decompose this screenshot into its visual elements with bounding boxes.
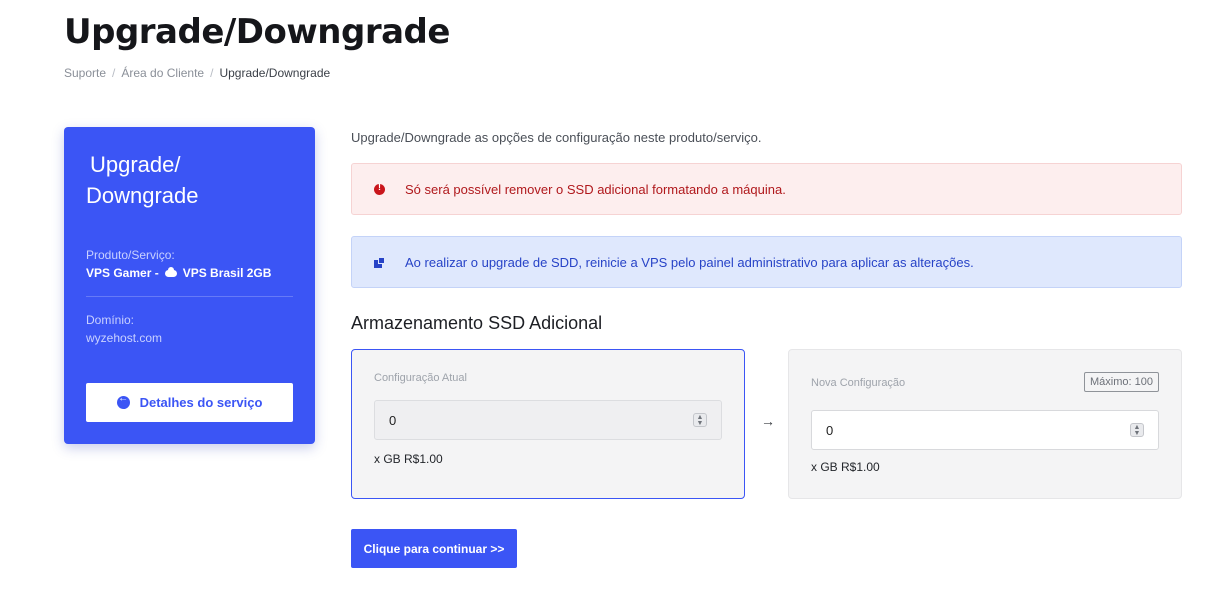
service-details-button[interactable]: Detalhes do serviço — [86, 383, 293, 422]
spinner-arrows-icon: ▲ ▼ — [693, 413, 707, 427]
alert-danger: Só será possível remover o SSD adicional… — [351, 163, 1182, 215]
sidebar-title-line2: Downgrade — [86, 183, 199, 208]
breadcrumb-separator: / — [210, 66, 214, 80]
sidebar-title-line1: Upgrade/ — [90, 152, 181, 177]
breadcrumb-item-suporte[interactable]: Suporte — [64, 66, 106, 80]
arrow-circle-left-icon — [116, 393, 130, 409]
sidebar-title: Upgrade/ Downgrade — [86, 149, 296, 211]
current-ssd-input: 0 ▲ ▼ — [374, 400, 722, 440]
new-configuration-panel: Nova Configuração Máximo: 100 0 ▲ ▼ x GB … — [788, 349, 1182, 499]
alert-danger-message: Só será possível remover o SSD adicional… — [405, 181, 786, 197]
continue-button[interactable]: Clique para continuar >> — [351, 529, 517, 568]
new-configuration-label: Nova Configuração — [811, 377, 906, 389]
intro-text: Upgrade/Downgrade as opções de configura… — [351, 130, 762, 145]
breadcrumb-item-current: Upgrade/Downgrade — [219, 66, 331, 80]
clone-icon — [374, 256, 385, 268]
section-heading: Armazenamento SSD Adicional — [351, 313, 603, 333]
new-price: x GB R$1.00 — [811, 460, 880, 474]
domain-label: Domínio: — [86, 313, 135, 327]
current-configuration-label: Configuração Atual — [374, 372, 467, 384]
maximum-badge: Máximo: 100 — [1084, 372, 1159, 392]
arrow-right-icon: → — [761, 413, 775, 429]
service-details-button-label: Detalhes do serviço — [139, 395, 263, 410]
breadcrumb: Suporte / Área do Cliente / Upgrade/Down… — [64, 66, 330, 80]
sidebar-divider — [86, 296, 293, 297]
current-ssd-value: 0 — [389, 412, 397, 428]
page-title: Upgrade/Downgrade — [64, 12, 450, 52]
spinner-arrows-icon[interactable]: ▲ ▼ — [1130, 423, 1144, 437]
current-price: x GB R$1.00 — [374, 452, 443, 466]
new-ssd-input[interactable]: 0 ▲ ▼ — [811, 410, 1159, 450]
product-value: VPS Gamer - VPS Brasil 2GB — [86, 266, 271, 280]
breadcrumb-item-area-do-cliente[interactable]: Área do Cliente — [121, 66, 204, 80]
product-value-part2: VPS Brasil 2GB — [182, 266, 272, 280]
alert-info-message: Ao realizar o upgrade de SDD, reinicie a… — [405, 254, 974, 270]
product-label: Produto/Serviço: — [86, 248, 175, 262]
breadcrumb-separator: / — [112, 66, 116, 80]
cloud-icon — [164, 266, 177, 277]
service-summary-card: Upgrade/ Downgrade Produto/Serviço: VPS … — [64, 127, 315, 444]
product-value-part1: VPS Gamer - — [86, 266, 159, 280]
exclamation-circle-icon — [374, 182, 385, 195]
domain-value: wyzehost.com — [86, 331, 163, 345]
alert-info: Ao realizar o upgrade de SDD, reinicie a… — [351, 236, 1182, 288]
new-ssd-value: 0 — [826, 422, 834, 438]
current-configuration-panel: Configuração Atual 0 ▲ ▼ x GB R$1.00 — [351, 349, 745, 499]
page: Upgrade/Downgrade Suporte / Área do Clie… — [0, 0, 1226, 607]
